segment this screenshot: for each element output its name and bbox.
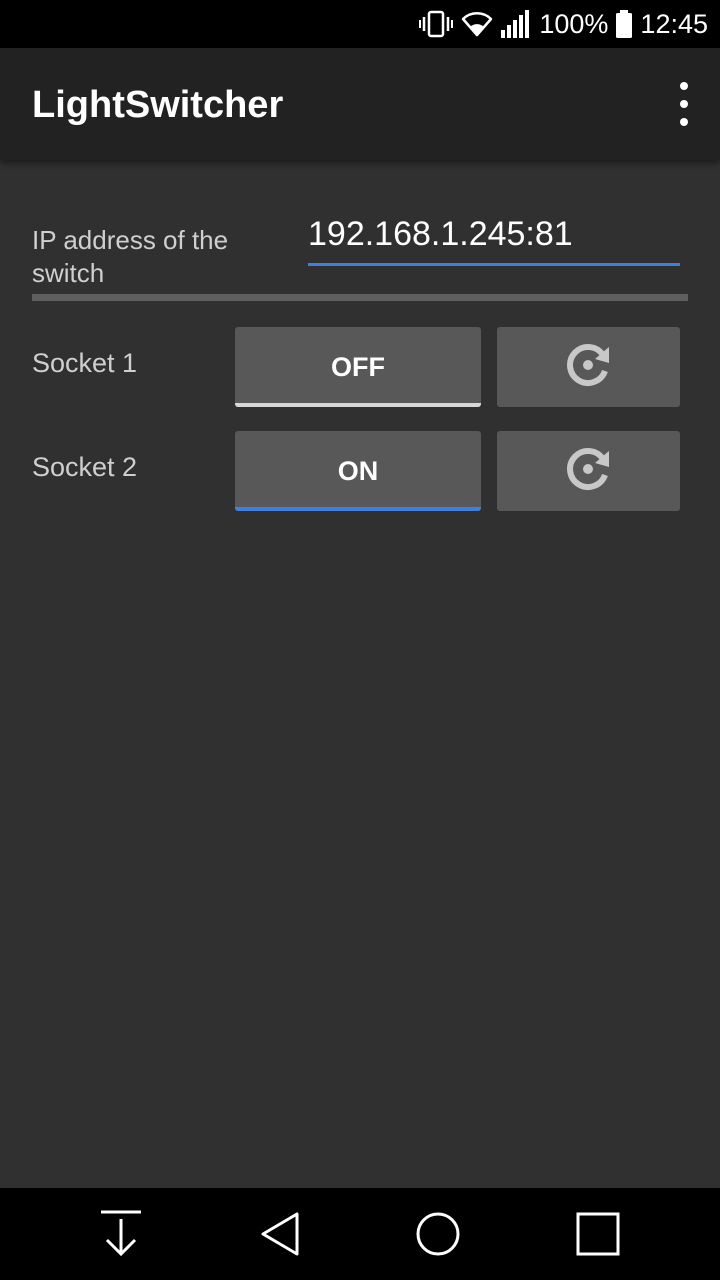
app-title: LightSwitcher xyxy=(32,84,284,126)
socket-1-label: Socket 1 xyxy=(32,348,138,378)
socket-2-refresh-button[interactable] xyxy=(497,431,680,511)
recents-icon[interactable] xyxy=(568,1206,628,1262)
socket-2-state-indicator xyxy=(235,507,481,511)
app-bar: LightSwitcher xyxy=(0,48,720,160)
wifi-icon xyxy=(461,11,493,37)
ip-address-input[interactable] xyxy=(308,214,680,266)
refresh-icon xyxy=(565,445,613,498)
socket-1-state-indicator xyxy=(235,403,481,407)
socket-1-toggle-button[interactable]: OFF xyxy=(235,327,481,407)
back-icon[interactable] xyxy=(251,1206,311,1262)
home-icon[interactable] xyxy=(408,1206,468,1262)
status-icons: 100% 12:45 xyxy=(419,0,708,48)
socket-1-state-label: OFF xyxy=(331,351,385,382)
vibrate-icon xyxy=(419,10,454,38)
divider xyxy=(32,294,688,301)
download-icon[interactable] xyxy=(91,1206,151,1262)
socket-2-label: Socket 2 xyxy=(32,452,138,482)
status-bar: 100% 12:45 xyxy=(0,0,720,48)
refresh-icon xyxy=(565,341,613,394)
battery-percent: 100% xyxy=(539,8,609,39)
overflow-menu-icon[interactable] xyxy=(672,82,696,126)
clock: 12:45 xyxy=(640,8,708,39)
socket-2-state-label: ON xyxy=(337,455,379,486)
battery-icon xyxy=(616,10,633,38)
ip-address-label: IP address of the switch xyxy=(32,225,229,288)
signal-icon xyxy=(501,10,531,38)
socket-2-toggle-button[interactable]: ON xyxy=(235,431,481,511)
socket-1-refresh-button[interactable] xyxy=(497,327,680,407)
navigation-bar xyxy=(0,1188,720,1280)
